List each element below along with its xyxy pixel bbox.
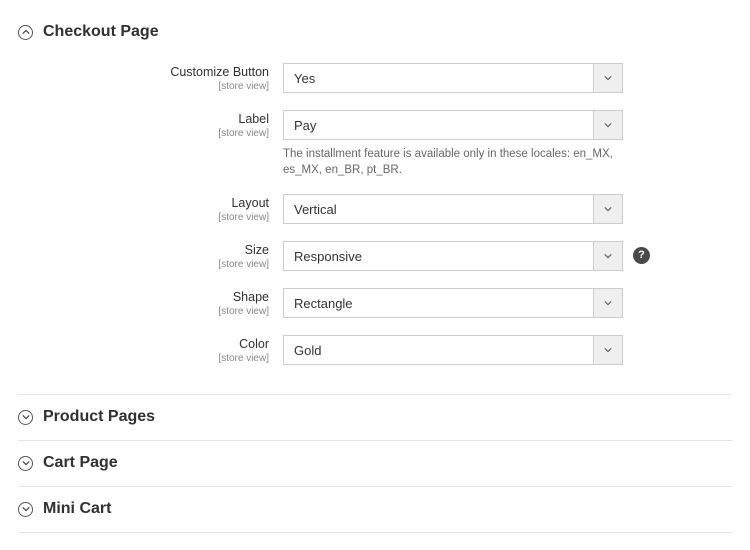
select-customize-button[interactable]: Yes <box>283 63 623 93</box>
section-product-pages: Product Pages <box>18 395 732 441</box>
section-title-checkout-page: Checkout Page <box>43 23 159 41</box>
select-layout[interactable]: Vertical <box>283 194 623 224</box>
field-scope: [store view] <box>18 258 269 272</box>
field-scope: [store view] <box>18 305 269 319</box>
chevron-down-icon <box>593 335 623 365</box>
field-label-color: Color <box>18 337 269 352</box>
field-row-label: Label [store view] Pay The installment f… <box>18 110 732 178</box>
section-cart-page: Cart Page <box>18 441 732 487</box>
field-hint-label: The installment feature is available onl… <box>283 146 623 178</box>
chevron-down-icon <box>593 194 623 224</box>
select-value: Pay <box>283 110 593 140</box>
section-mini-cart: Mini Cart <box>18 487 732 533</box>
field-label-col: Color [store view] <box>18 335 283 366</box>
section-title-product-pages: Product Pages <box>43 408 155 426</box>
field-label-col: Shape [store view] <box>18 288 283 319</box>
field-label-col: Customize Button [store view] <box>18 63 283 94</box>
section-title-cart-page: Cart Page <box>43 454 118 472</box>
chevron-down-icon <box>593 110 623 140</box>
field-label-shape: Shape <box>18 290 269 305</box>
field-label-size: Size <box>18 243 269 258</box>
section-checkout-page: Checkout Page Customize Button [store vi… <box>18 10 732 395</box>
field-scope: [store view] <box>18 80 269 94</box>
select-label[interactable]: Pay <box>283 110 623 140</box>
field-control-col: Vertical <box>283 194 623 224</box>
section-toggle-mini-cart[interactable]: Mini Cart <box>18 500 732 518</box>
field-row-customize-button: Customize Button [store view] Yes <box>18 63 732 94</box>
select-value: Gold <box>283 335 593 365</box>
field-label-customize-button: Customize Button <box>18 65 269 80</box>
section-toggle-product-pages[interactable]: Product Pages <box>18 408 732 426</box>
field-scope: [store view] <box>18 127 269 141</box>
field-row-layout: Layout [store view] Vertical <box>18 194 732 225</box>
select-value: Responsive <box>283 241 593 271</box>
field-extra-col: ? <box>623 241 650 264</box>
select-shape[interactable]: Rectangle <box>283 288 623 318</box>
select-value: Vertical <box>283 194 593 224</box>
chevron-down-icon <box>593 241 623 271</box>
help-icon[interactable]: ? <box>633 247 650 264</box>
chevron-down-icon <box>18 502 33 517</box>
field-label-col: Layout [store view] <box>18 194 283 225</box>
select-value: Yes <box>283 63 593 93</box>
chevron-down-icon <box>18 456 33 471</box>
field-control-col: Gold <box>283 335 623 365</box>
field-label-layout: Layout <box>18 196 269 211</box>
field-label-label: Label <box>18 112 269 127</box>
chevron-up-icon <box>18 25 33 40</box>
field-control-col: Yes <box>283 63 623 93</box>
field-scope: [store view] <box>18 352 269 366</box>
select-value: Rectangle <box>283 288 593 318</box>
select-size[interactable]: Responsive <box>283 241 623 271</box>
field-control-col: Responsive <box>283 241 623 271</box>
field-label-col: Label [store view] <box>18 110 283 141</box>
field-control-col: Pay The installment feature is available… <box>283 110 623 178</box>
field-row-shape: Shape [store view] Rectangle <box>18 288 732 319</box>
field-row-size: Size [store view] Responsive ? <box>18 241 732 272</box>
field-label-col: Size [store view] <box>18 241 283 272</box>
select-color[interactable]: Gold <box>283 335 623 365</box>
checkout-fields: Customize Button [store view] Yes Label … <box>18 63 732 366</box>
field-scope: [store view] <box>18 211 269 225</box>
field-control-col: Rectangle <box>283 288 623 318</box>
chevron-down-icon <box>593 63 623 93</box>
chevron-down-icon <box>18 410 33 425</box>
chevron-down-icon <box>593 288 623 318</box>
section-toggle-checkout-page[interactable]: Checkout Page <box>18 23 732 41</box>
section-toggle-cart-page[interactable]: Cart Page <box>18 454 732 472</box>
field-row-color: Color [store view] Gold <box>18 335 732 366</box>
section-title-mini-cart: Mini Cart <box>43 500 111 518</box>
